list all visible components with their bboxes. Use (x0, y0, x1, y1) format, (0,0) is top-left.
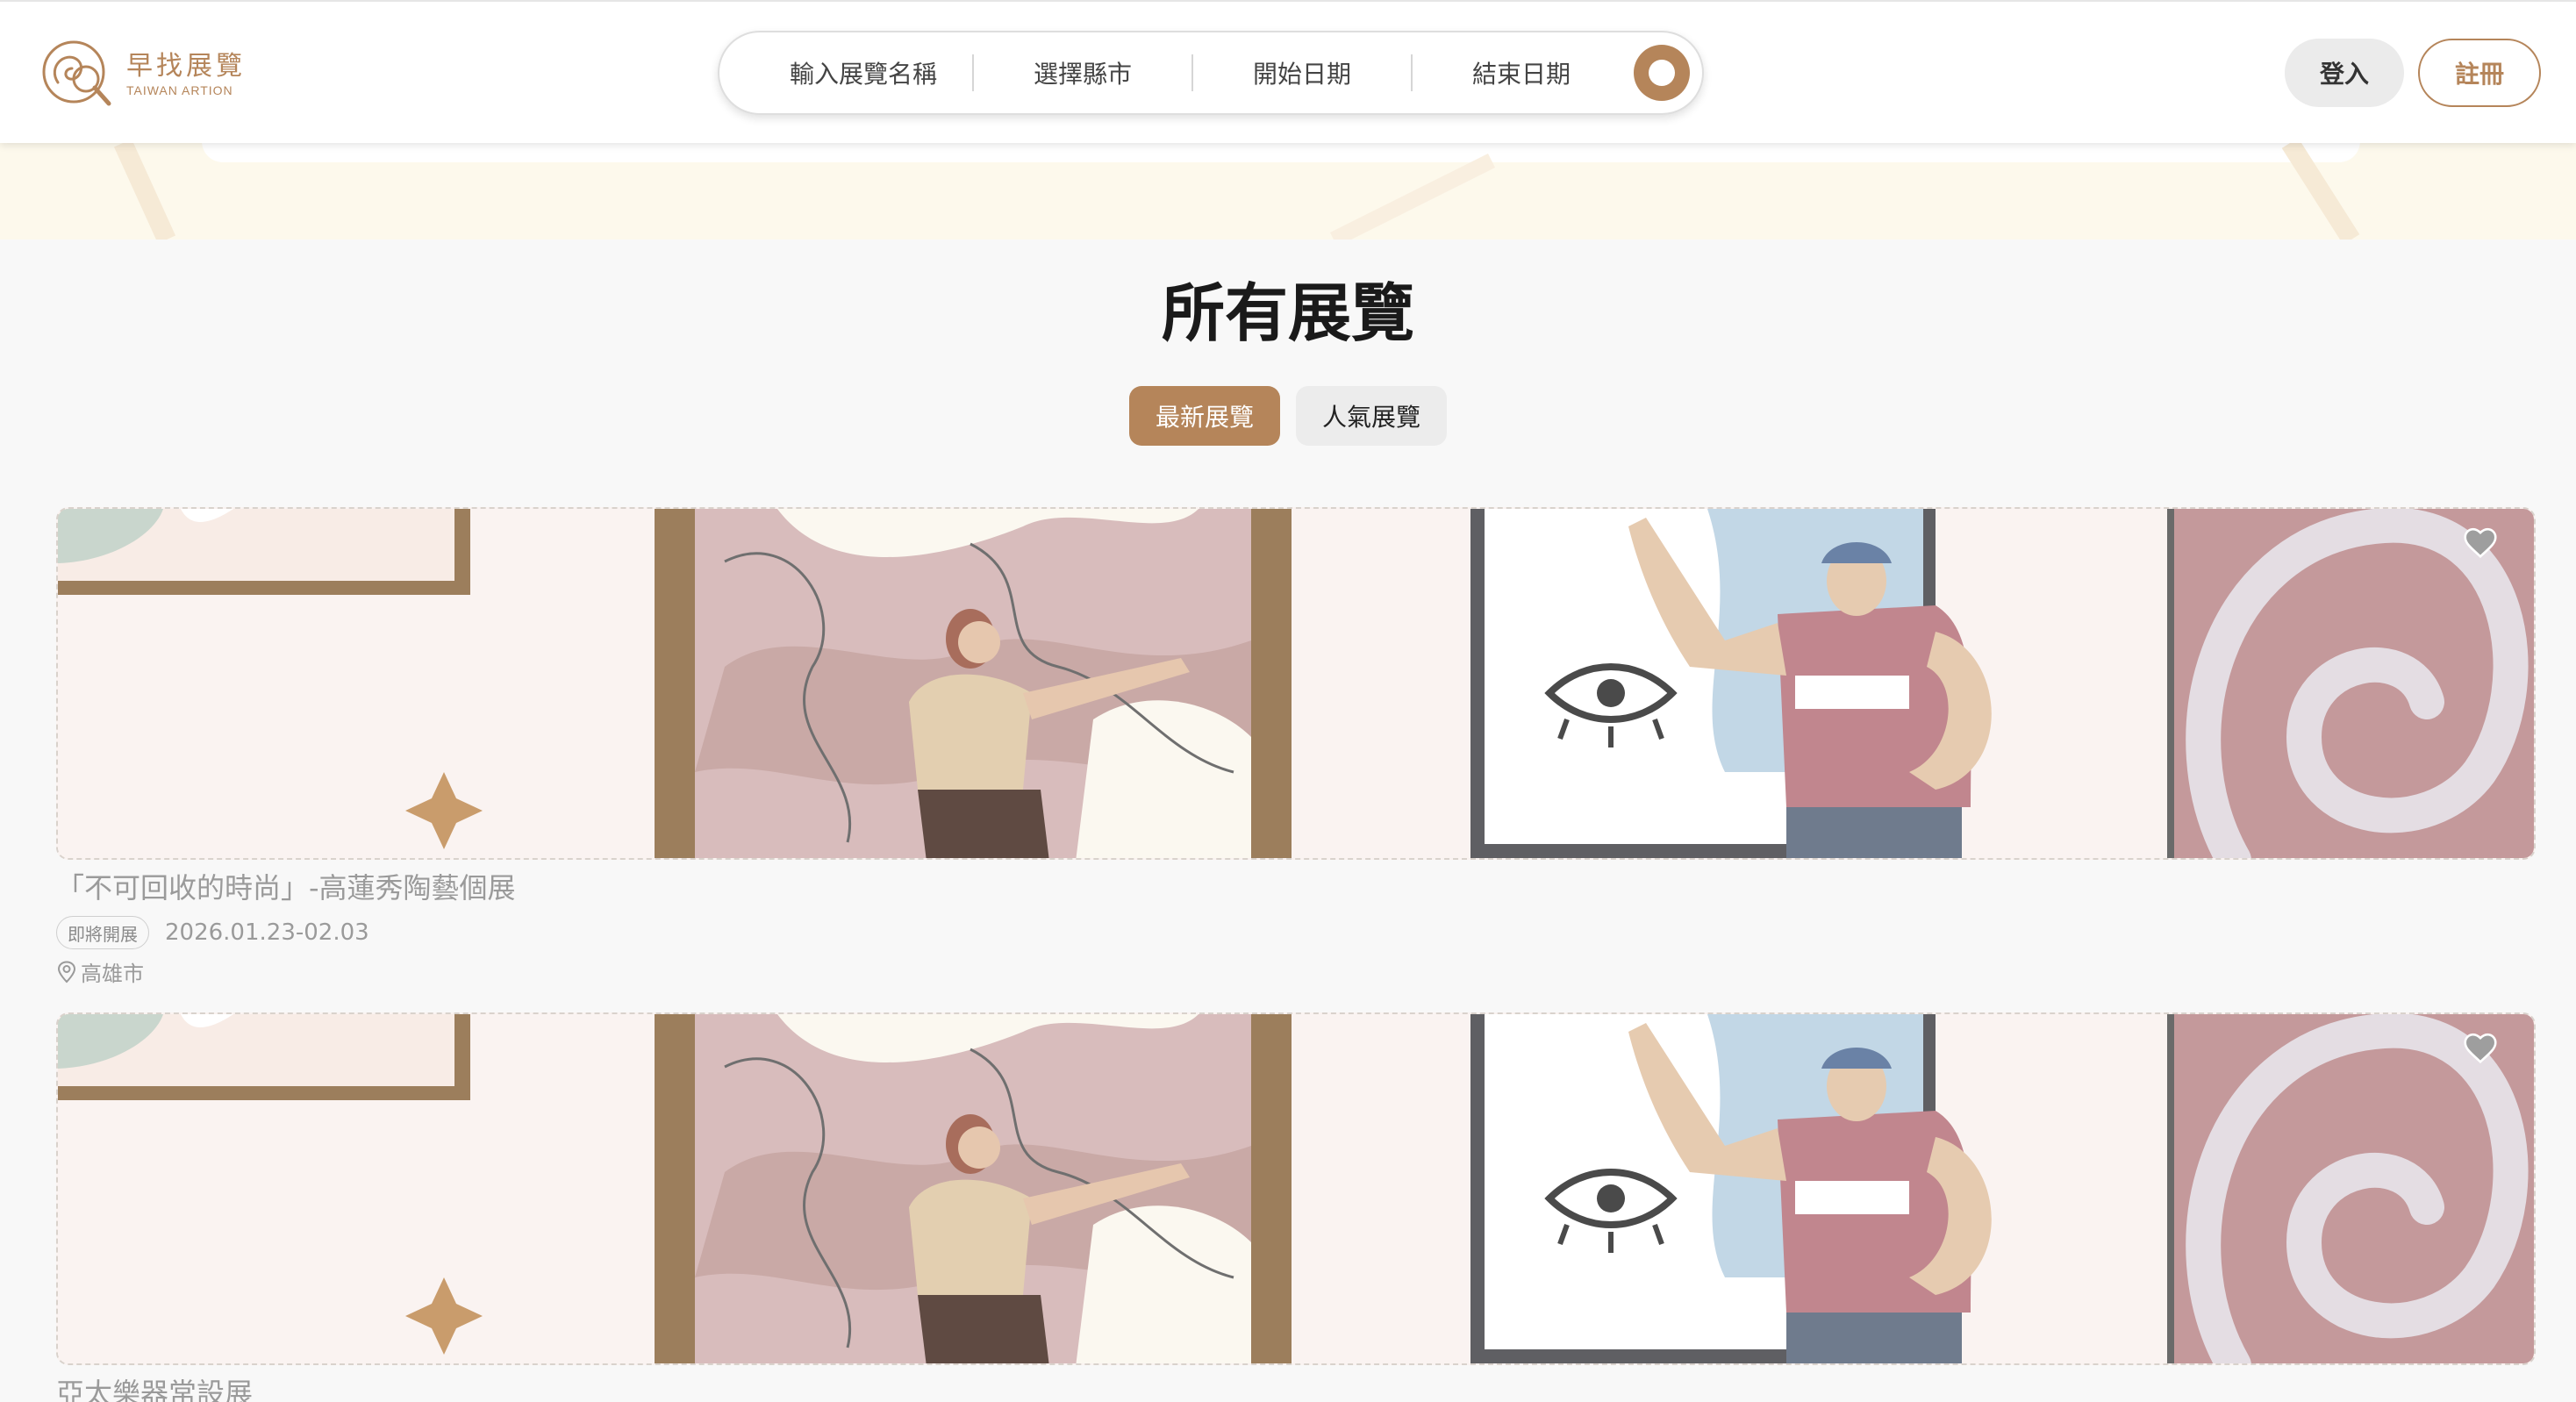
exhibition-card[interactable]: 「不可回收的時尚」-高蓮秀陶藝個展 即將開展 2026.01.23-02.03 … (56, 507, 2536, 987)
site-header: 早找展覽 TAIWAN ARTION 輸入展覽名稱 選擇縣市 開始日期 結束日期… (0, 0, 2576, 143)
tab-popular[interactable]: 人氣展覽 (1296, 386, 1448, 446)
exhibition-title[interactable]: 亞太樂器常設展 (56, 1376, 2536, 1402)
location-text: 高雄市 (81, 962, 144, 986)
logo-icon (42, 40, 111, 106)
banner-decoration (113, 143, 2360, 240)
search-icon (1649, 60, 1675, 86)
tab-latest[interactable]: 最新展覽 (1128, 386, 1280, 446)
status-badge: 即將開展 (56, 916, 149, 949)
exhibition-location: 高雄市 (56, 956, 2536, 987)
exhibition-illustration (58, 509, 2534, 858)
site-logo[interactable]: 早找展覽 TAIWAN ARTION (35, 35, 246, 114)
heart-icon[interactable] (2462, 1030, 2499, 1063)
hero-banner (0, 143, 2576, 240)
login-button[interactable]: 登入 (2285, 39, 2404, 107)
page-title: 所有展覽 (1161, 276, 1414, 350)
location-pin-icon (57, 960, 76, 983)
logo-text: 早找展覽 TAIWAN ARTION (126, 51, 246, 98)
search-button[interactable] (1634, 45, 1690, 101)
brand-name-en: TAIWAN ARTION (126, 83, 233, 97)
exhibition-illustration (58, 1014, 2534, 1363)
exhibition-date: 2026.01.23-02.03 (165, 919, 369, 946)
search-bar: 輸入展覽名稱 選擇縣市 開始日期 結束日期 (718, 31, 1704, 115)
register-button[interactable]: 註冊 (2418, 39, 2541, 107)
exhibition-card[interactable]: 亞太樂器常設展 (56, 1012, 2536, 1402)
city-select[interactable]: 選擇縣市 (974, 55, 1191, 90)
exhibition-name-input[interactable]: 輸入展覽名稱 (755, 55, 972, 90)
exhibition-image[interactable] (56, 507, 2536, 860)
start-date-picker[interactable]: 開始日期 (1193, 55, 1411, 90)
exhibition-image[interactable] (56, 1012, 2536, 1365)
heart-icon[interactable] (2462, 525, 2499, 558)
end-date-picker[interactable]: 結束日期 (1413, 55, 1630, 90)
exhibition-title[interactable]: 「不可回收的時尚」-高蓮秀陶藝個展 (56, 870, 2536, 905)
brand-name-cn: 早找展覽 (126, 51, 246, 82)
exhibition-tabs: 最新展覽 人氣展覽 (0, 386, 2576, 446)
exhibition-meta: 即將開展 2026.01.23-02.03 (56, 916, 2536, 949)
